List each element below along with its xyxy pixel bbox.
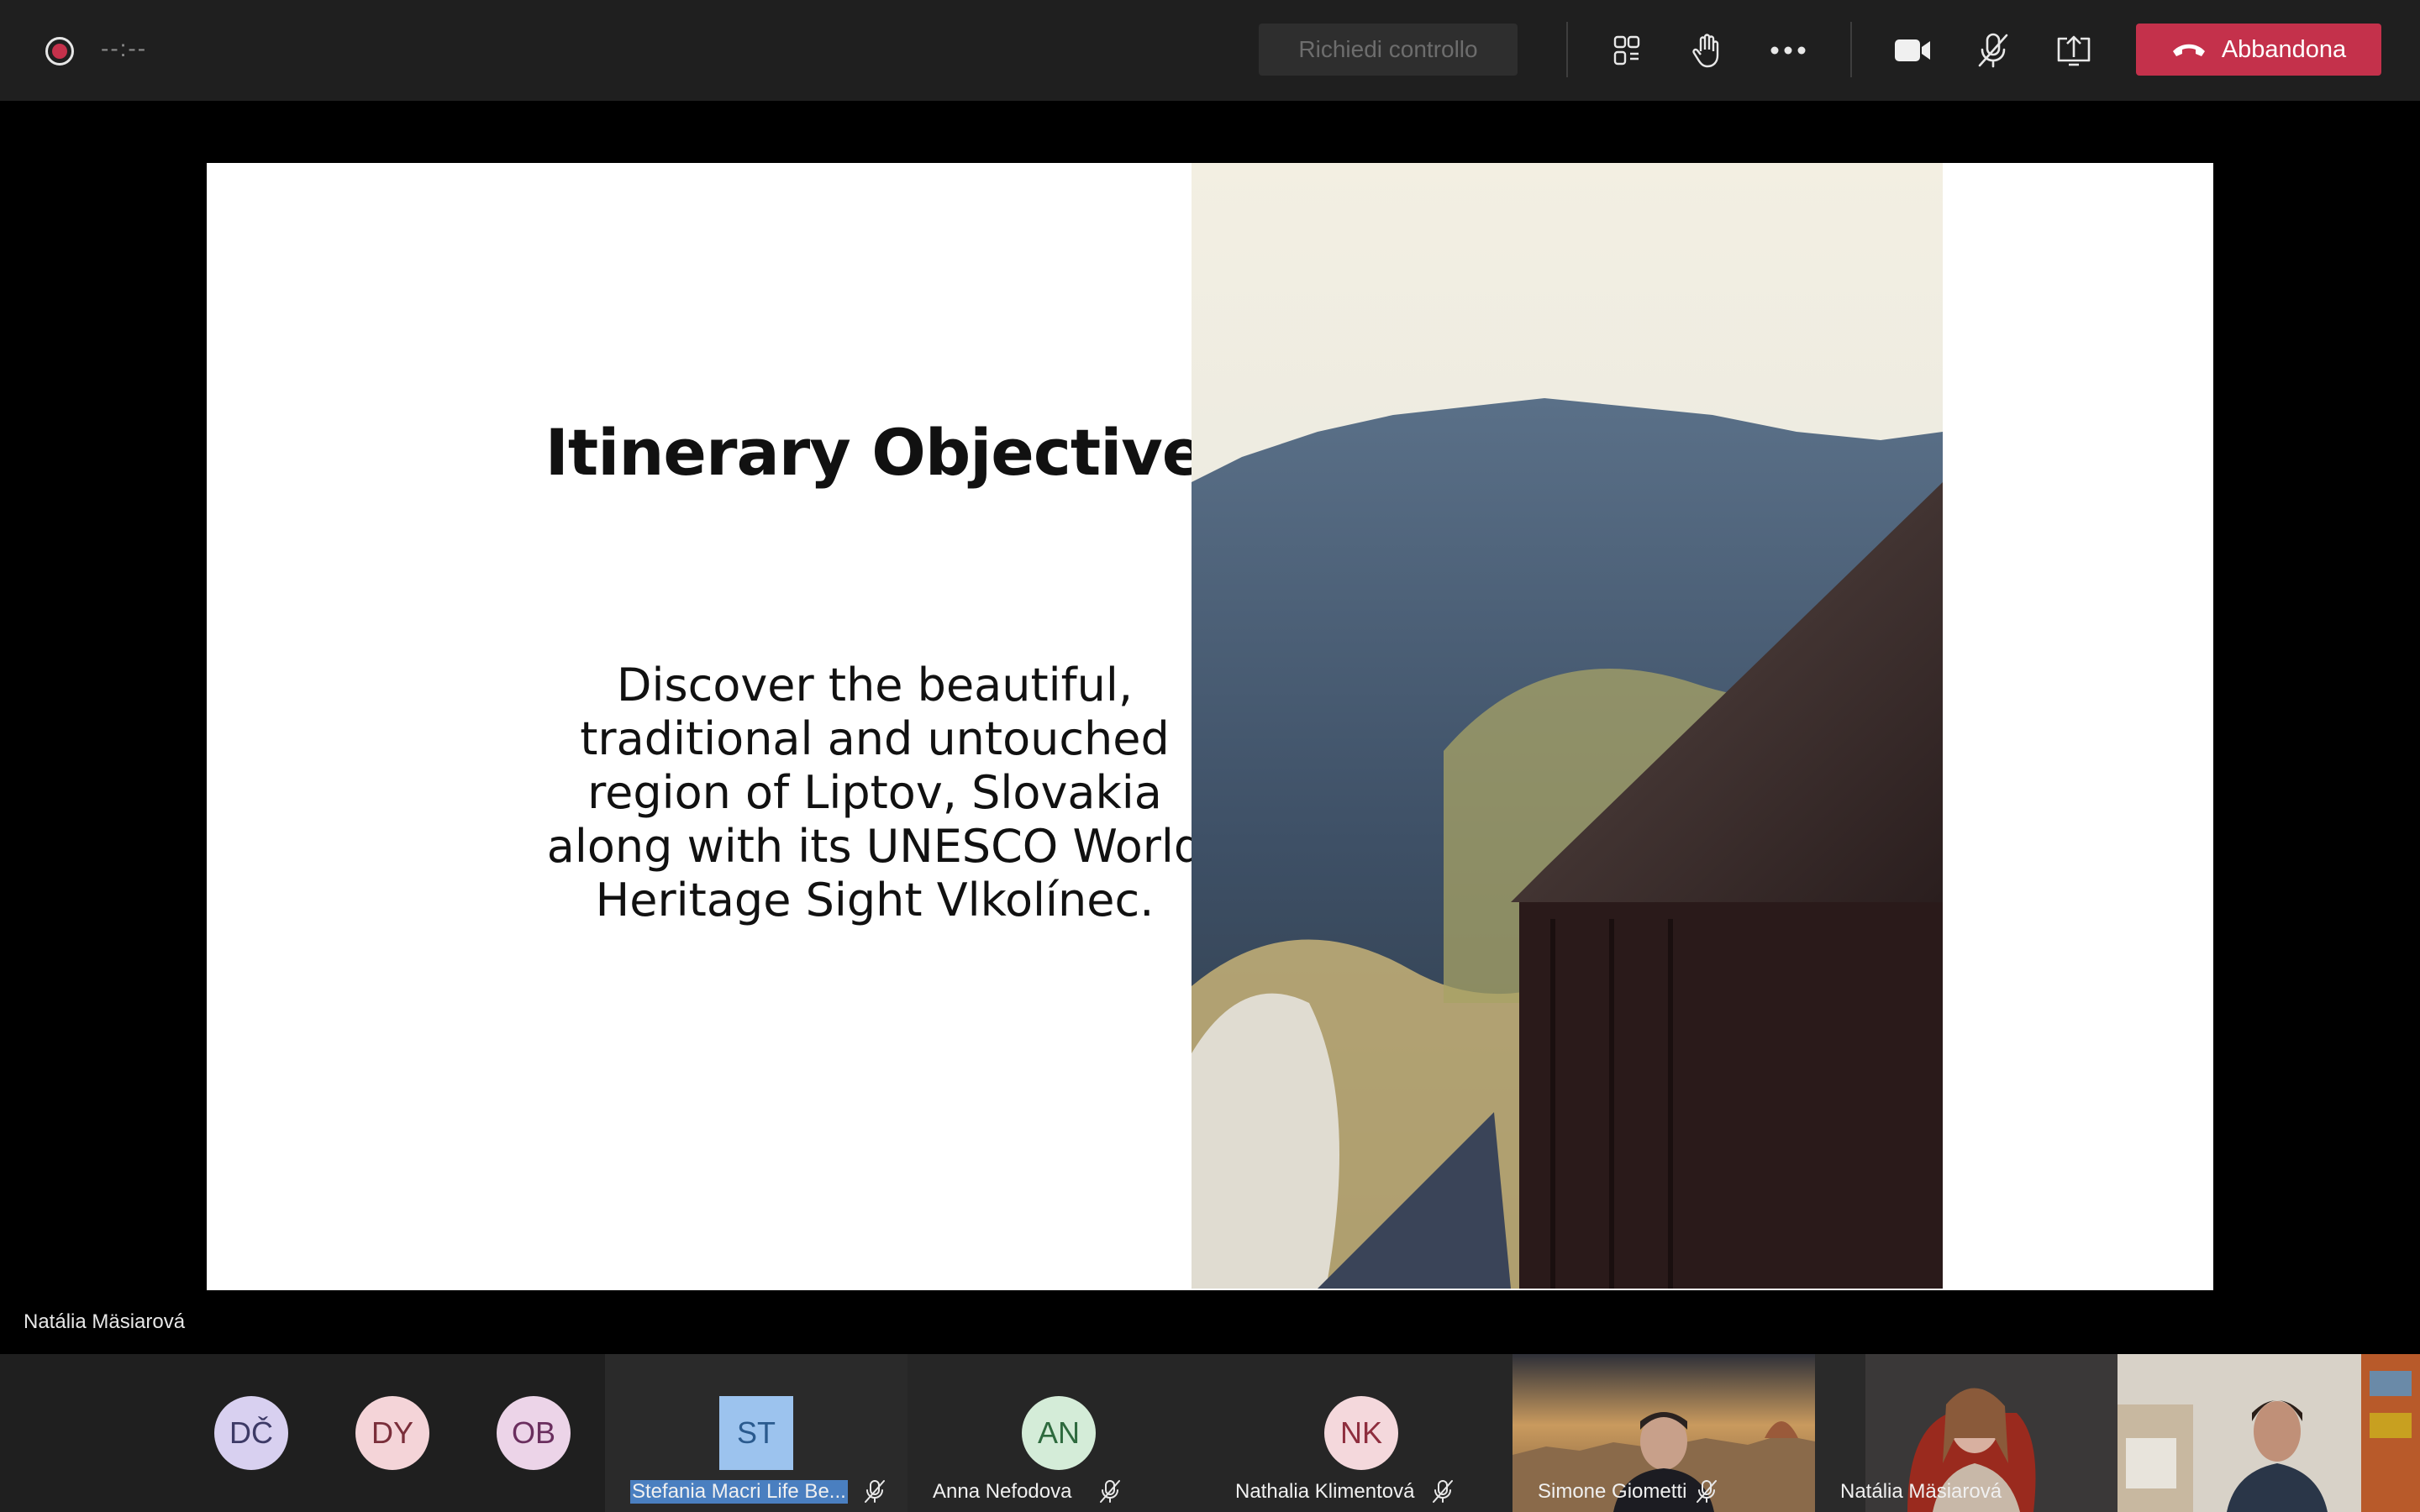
participant-avatar[interactable]: DY [355, 1396, 429, 1470]
participant-name: Natália Mäsiarová [1840, 1480, 2002, 1503]
participant-name: Anna Nefodova [933, 1480, 1072, 1503]
request-control-button[interactable]: Richiedi controllo [1259, 24, 1518, 76]
slide-photo-vlkolinec [1192, 163, 1943, 1289]
participant-avatar: NK [1324, 1396, 1398, 1470]
meeting-toolbar: --:-- Richiedi controllo Abbandona [0, 0, 2420, 101]
participant-video-tile[interactable]: Simone Giometti [1512, 1354, 1815, 1512]
toolbar-divider [1566, 22, 1568, 77]
participant-tile[interactable]: ST Stefania Macri Life Be... [605, 1354, 908, 1512]
participant-video-tile[interactable] [2118, 1354, 2420, 1512]
mic-off-icon [1697, 1480, 1717, 1503]
presenter-name-label: Natália Mäsiarová [24, 1310, 186, 1333]
shared-slide: Itinerary Objective Discover the beautif… [207, 163, 2213, 1290]
participant-avatar[interactable]: DČ [214, 1396, 288, 1470]
camera-icon[interactable] [1887, 25, 1938, 76]
phone-hangup-icon [2172, 44, 2205, 56]
participant-video-tile[interactable]: Natália Mäsiarová [1815, 1354, 2118, 1512]
participant-avatar: AN [1022, 1396, 1096, 1470]
participant-name: Simone Giometti [1538, 1480, 1687, 1503]
leave-meeting-button[interactable]: Abbandona [2136, 24, 2381, 76]
recording-indicator-icon [45, 37, 74, 66]
raise-hand-icon[interactable] [1682, 25, 1733, 76]
participant-tile[interactable]: AN Anna Nefodova [908, 1354, 1210, 1512]
mic-off-icon [865, 1480, 885, 1503]
participants-icon[interactable] [1602, 25, 1652, 76]
participant-name: Nathalia Klimentová [1235, 1480, 1415, 1503]
participant-name: Stefania Macri Life Be... [630, 1480, 848, 1504]
mic-off-icon [1100, 1480, 1120, 1503]
participant-tile[interactable]: NK Nathalia Klimentová [1210, 1354, 1512, 1512]
mic-off-icon [1433, 1480, 1453, 1503]
more-options-icon[interactable] [1763, 25, 1813, 76]
participant-video [2118, 1354, 2420, 1512]
leave-label: Abbandona [2221, 35, 2347, 63]
participant-avatar: ST [719, 1396, 793, 1470]
share-screen-icon[interactable] [2049, 25, 2099, 76]
meeting-timer: --:-- [101, 35, 148, 61]
participant-avatar[interactable]: OB [497, 1396, 571, 1470]
mic-off-icon[interactable] [1968, 25, 2018, 76]
toolbar-divider [1850, 22, 1852, 77]
